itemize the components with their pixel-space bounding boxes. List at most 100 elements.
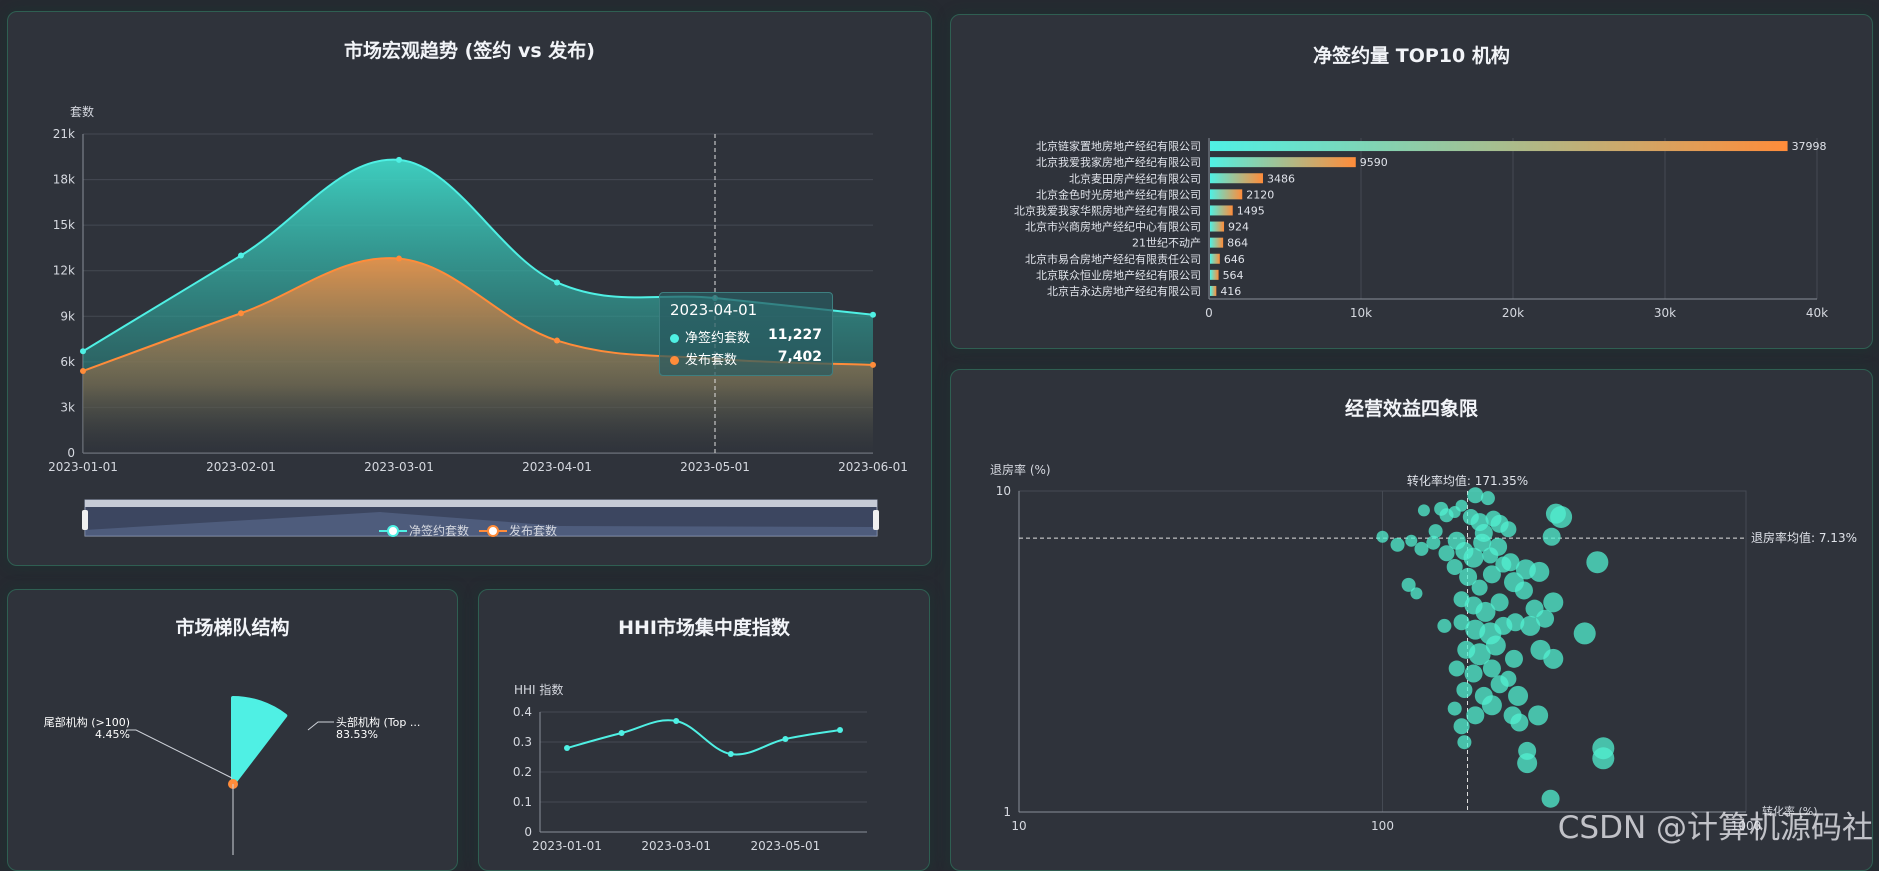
x-tick-label: 10 [1011, 819, 1026, 833]
y-tick-label: 12k [53, 264, 75, 278]
tooltip-row-published: 发布套数 7,402 [670, 349, 822, 369]
top10-chart: 010k20k30k40k北京链家置地房地产经纪有限公司37998北京我爱我家房… [1014, 138, 1828, 320]
scatter-point [1410, 587, 1422, 599]
y-tick-label: 0 [524, 825, 532, 839]
value-label: 564 [1223, 269, 1244, 282]
data-point [728, 751, 734, 757]
bar [1210, 222, 1224, 232]
x-tick-label: 2023-06-01 [838, 460, 908, 474]
value-label: 416 [1220, 285, 1241, 298]
slice-label-name: 头部机构 (Top ... [336, 715, 420, 729]
legend-label: 净签约套数 [409, 523, 469, 538]
value-label: 864 [1227, 237, 1248, 250]
y-tick-label: 0.4 [513, 705, 532, 719]
data-point [837, 727, 843, 733]
x-tick-label: 2023-04-01 [522, 460, 592, 474]
scatter-point [1414, 542, 1428, 556]
y-axis-label: 退房率 (%) [990, 462, 1051, 477]
cyan-dot-icon [670, 334, 679, 343]
y-axis-label: 套数 [70, 104, 94, 119]
scatter-point [1508, 686, 1528, 706]
scatter-point [1391, 538, 1405, 552]
scatter-point [1449, 660, 1465, 676]
data-point [554, 338, 560, 344]
scatter-point [1528, 705, 1548, 725]
tooltip-value: 7,402 [778, 349, 822, 365]
scatter-point [1448, 702, 1462, 716]
value-label: 924 [1228, 221, 1249, 234]
scatter-point [1529, 562, 1549, 582]
data-point [238, 310, 244, 316]
tooltip-date: 2023-04-01 [670, 301, 757, 319]
bar [1210, 270, 1219, 280]
data-point [870, 312, 876, 318]
y-tick-label: 10 [996, 484, 1011, 498]
category-label: 北京市易合房地产经纪有限责任公司 [1025, 252, 1201, 266]
scatter-point [1418, 504, 1430, 516]
slice-label-value: 4.45% [95, 728, 130, 741]
slice-label-name: 尾部机构 (>100) [44, 715, 130, 729]
category-label: 北京金色时光房地产经纪有限公司 [1036, 187, 1201, 201]
x-tick-label: 2023-01-01 [48, 460, 118, 474]
bar [1210, 141, 1788, 151]
scatter-point [1429, 524, 1443, 538]
data-point [396, 256, 402, 262]
scatter-point [1405, 535, 1417, 547]
scatter-point [1510, 714, 1528, 732]
y-axis-label: HHI 指数 [514, 682, 563, 697]
bar [1210, 238, 1223, 248]
scatter-point [1574, 622, 1596, 644]
scatter-point [1426, 536, 1440, 550]
bar [1210, 157, 1356, 167]
slice-label-value: 83.53% [336, 728, 378, 741]
scatter-point [1486, 636, 1506, 656]
scatter-point [1457, 735, 1471, 749]
label-leader-head [308, 722, 334, 730]
tooltip-label: 净签约套数 [685, 331, 750, 346]
scatter-point [1500, 521, 1516, 537]
zoom-handle-right [873, 510, 879, 530]
legend-marker [488, 526, 498, 536]
tooltip-label: 发布套数 [685, 353, 737, 368]
orange-dot-icon [670, 356, 679, 365]
pie-slice-head [233, 698, 285, 784]
legend-label: 发布套数 [509, 523, 557, 538]
data-point [554, 279, 560, 285]
category-label: 21世纪不动产 [1132, 236, 1201, 250]
category-label: 北京我爱我家华熙房地产经纪有限公司 [1014, 203, 1201, 217]
x-tick-label: 2023-01-01 [532, 839, 602, 853]
scatter-point [1481, 491, 1495, 505]
y-tick-label: 0 [67, 446, 75, 460]
data-point [673, 718, 679, 724]
tooltip-row-signed: 净签约套数 11,227 [670, 327, 822, 347]
value-label: 1495 [1237, 204, 1265, 217]
scatter-point [1491, 593, 1509, 611]
bar [1210, 254, 1220, 264]
category-label: 北京吉永达房地产经纪有限公司 [1047, 284, 1201, 298]
value-label: 37998 [1792, 140, 1827, 153]
y-tick-label: 1 [1003, 805, 1011, 819]
y-tick-label: 21k [53, 127, 75, 141]
scatter-point [1449, 506, 1461, 518]
scatter-point [1475, 524, 1493, 542]
scatter-point [1543, 592, 1563, 612]
legend-marker [388, 526, 398, 536]
value-label: 9590 [1360, 156, 1388, 169]
scatter-point [1550, 506, 1572, 528]
mean-y-label: 退房率均值: 7.13% [1751, 530, 1857, 545]
y-tick-label: 0.2 [513, 765, 532, 779]
value-label: 3486 [1267, 172, 1295, 185]
data-point [238, 253, 244, 259]
category-label: 北京麦田房产经纪有限公司 [1069, 171, 1201, 185]
scatter-point [1517, 753, 1537, 773]
scatter-point [1482, 695, 1502, 715]
scatter-point [1489, 538, 1507, 556]
scatter-point [1491, 675, 1509, 693]
scatter-point [1543, 649, 1563, 669]
y-tick-label: 18k [53, 173, 75, 187]
scatter-point [1592, 747, 1614, 769]
x-tick-label: 100 [1371, 819, 1394, 833]
hhi-chart: 00.10.20.30.4HHI 指数2023-01-012023-03-012… [513, 682, 867, 853]
scatter-point [1377, 531, 1389, 543]
x-tick-label: 2023-03-01 [641, 839, 711, 853]
